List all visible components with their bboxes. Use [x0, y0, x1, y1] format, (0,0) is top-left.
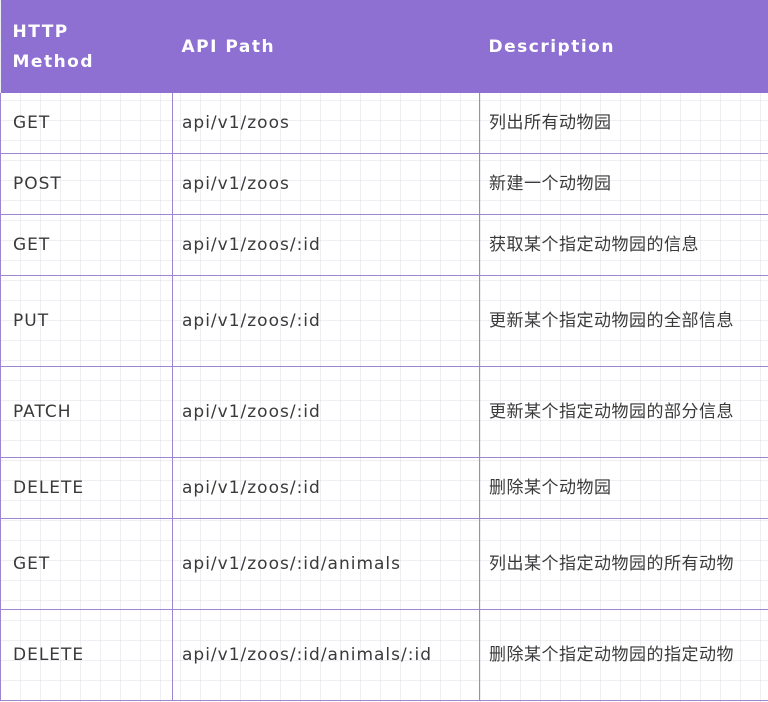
api-table: HTTP Method API Path Description GET api/…: [0, 0, 768, 701]
cell-method: DELETE: [0, 609, 173, 701]
table-row: GET api/v1/zoos 列出所有动物园: [0, 93, 768, 154]
table-row: PUT api/v1/zoos/:id 更新某个指定动物园的全部信息: [0, 275, 768, 367]
cell-description: 删除某个指定动物园的指定动物: [479, 609, 768, 701]
document-page: HTTP Method API Path Description GET api/…: [0, 0, 768, 702]
cell-method: PUT: [0, 275, 173, 367]
cell-method: DELETE: [0, 457, 173, 519]
cell-description: 获取某个指定动物园的信息: [479, 214, 768, 276]
cell-path: api/v1/zoos: [172, 93, 480, 154]
header-description: Description: [479, 0, 768, 93]
table-row: DELETE api/v1/zoos/:id/animals/:id 删除某个指…: [0, 609, 768, 701]
cell-description: 更新某个指定动物园的全部信息: [479, 275, 768, 367]
table-row: POST api/v1/zoos 新建一个动物园: [0, 153, 768, 215]
cell-path: api/v1/zoos/:id: [172, 366, 480, 458]
cell-method: GET: [0, 93, 173, 154]
table-row: GET api/v1/zoos/:id 获取某个指定动物园的信息: [0, 214, 768, 276]
header-http-method: HTTP Method: [0, 0, 173, 93]
table-row: DELETE api/v1/zoos/:id 删除某个动物园: [0, 457, 768, 519]
cell-path: api/v1/zoos: [172, 153, 480, 215]
cell-method: PATCH: [0, 366, 173, 458]
cell-method: GET: [0, 518, 173, 610]
cell-path: api/v1/zoos/:id: [172, 457, 480, 519]
table-row: PATCH api/v1/zoos/:id 更新某个指定动物园的部分信息: [0, 366, 768, 458]
table-body: GET api/v1/zoos 列出所有动物园 POST api/v1/zoos…: [0, 93, 768, 701]
table-row: GET api/v1/zoos/:id/animals 列出某个指定动物园的所有…: [0, 518, 768, 610]
table-header: HTTP Method API Path Description: [0, 0, 768, 93]
cell-description: 新建一个动物园: [479, 153, 768, 215]
cell-path: api/v1/zoos/:id: [172, 214, 480, 276]
cell-description: 更新某个指定动物园的部分信息: [479, 366, 768, 458]
cell-path: api/v1/zoos/:id: [172, 275, 480, 367]
header-row: HTTP Method API Path Description: [0, 0, 768, 93]
header-method-line1: HTTP: [12, 21, 69, 42]
header-method-line2: Method: [12, 51, 95, 72]
cell-description: 列出所有动物园: [479, 93, 768, 154]
header-api-path: API Path: [172, 0, 480, 93]
cell-method: GET: [0, 214, 173, 276]
cell-path: api/v1/zoos/:id/animals: [172, 518, 480, 610]
cell-description: 删除某个动物园: [479, 457, 768, 519]
cell-path: api/v1/zoos/:id/animals/:id: [172, 609, 480, 701]
cell-method: POST: [0, 153, 173, 215]
cell-description: 列出某个指定动物园的所有动物: [479, 518, 768, 610]
